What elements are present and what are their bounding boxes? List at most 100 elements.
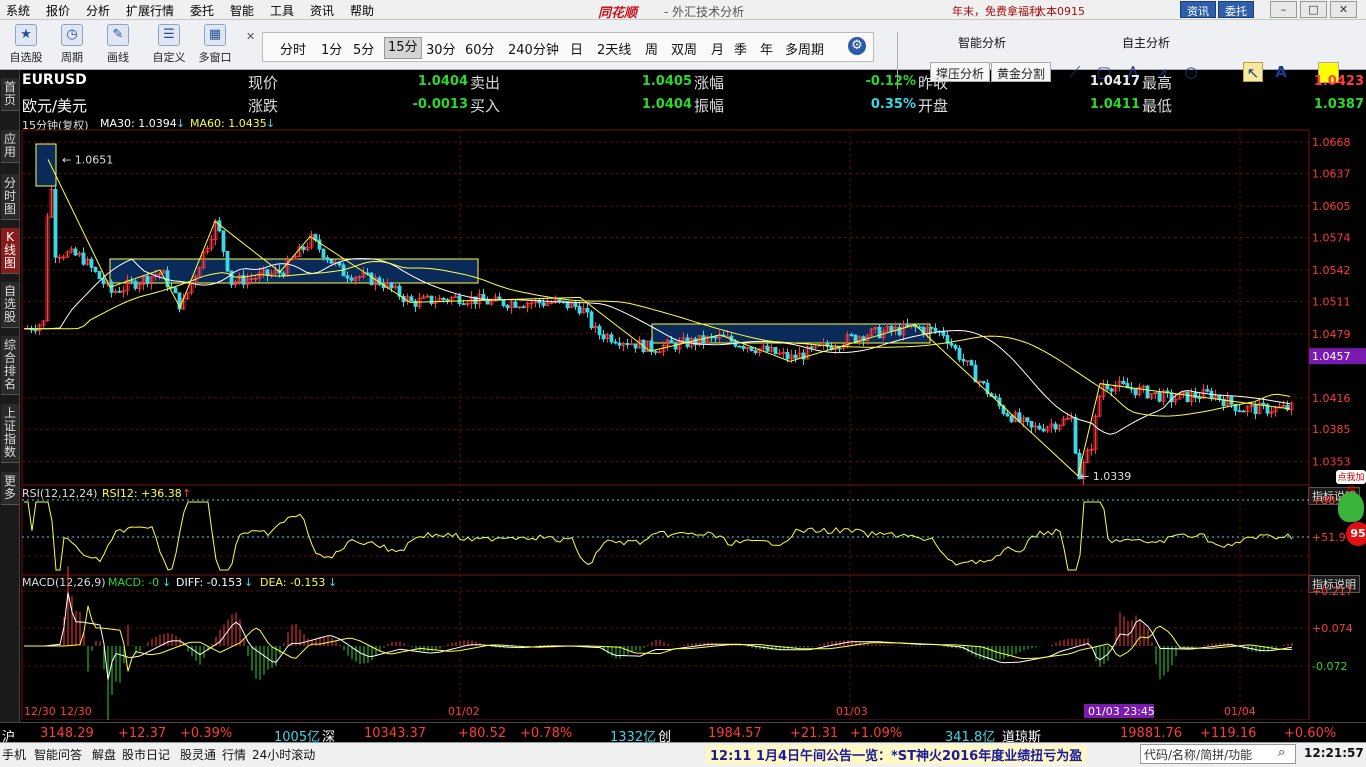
menu-trade[interactable]: 委托 [190,2,214,19]
candle-body [505,305,510,309]
candle-body [93,266,98,272]
period-15m[interactable]: 15分 [384,37,422,59]
news-ticker[interactable]: 12:11 1月4日午间公告一览：*ST神火2016年度业绩扭亏为盈 [706,745,1087,764]
menu-quote[interactable]: 报价 [46,2,70,19]
search-icon[interactable]: ⌕ [1278,745,1285,760]
smart-analysis-tab[interactable]: 智能分析 [958,34,1006,51]
candle-body [1253,404,1258,415]
candle-body [749,347,754,351]
menu-system[interactable]: 系统 [6,2,30,19]
toolbar-multiwindow[interactable]: ▦ 多窗口 [194,24,236,65]
menu-tools[interactable]: 工具 [270,2,294,19]
period-year[interactable]: 年 [760,39,773,58]
candle-body [793,354,798,359]
kline-chart[interactable]: 1.0668 1.0637 1.0605 1.0574 1.0542 1.0511 1.04… [20,70,1366,720]
index-sz-chg: +80.52 [458,726,507,741]
star-icon: ★ [15,24,37,46]
menu-extended[interactable]: 扩展行情 [126,2,174,19]
macd-tick: +0.217 [1312,585,1353,598]
low-annotation: ← 1.0339 [1080,470,1131,483]
bottom-analysis[interactable]: 解盘 [92,746,116,763]
toolbar-watchlist[interactable]: ★ 自选股 [6,24,46,65]
period-bar: 分时 1分 5分 15分 30分 60分 240分钟 日 2天线 周 双周 月 … [262,32,874,62]
app-title: - 外汇技术分析 [664,5,745,19]
candle-body [957,347,962,360]
news-button[interactable]: 资讯 [1180,1,1216,18]
period-2week[interactable]: 双周 [671,39,697,58]
candle-body [1053,423,1058,430]
gear-icon[interactable]: ⚙ [848,37,866,55]
candle-body [317,239,322,250]
sidebar-shanghai[interactable]: 上证指数 [1,404,19,463]
sidebar-more[interactable]: 更多 [1,472,19,505]
index-sh-price: 3148.29 [40,726,94,741]
candle-body [345,275,350,279]
toolbar-draw[interactable]: ✎ 画线 [98,24,138,65]
bottom-qa[interactable]: 智能问答 [34,746,82,763]
period-month[interactable]: 月 [711,39,724,58]
period-1m[interactable]: 1分 [321,39,342,58]
menu-help[interactable]: 帮助 [350,2,374,19]
bottom-mobile[interactable]: 手机 [2,746,26,763]
period-240m[interactable]: 240分钟 [508,39,559,58]
self-analysis-tab[interactable]: 自主分析 [1122,34,1170,51]
close-button[interactable]: ✕ [1330,1,1357,18]
index-dj-pct: +0.60% [1284,726,1337,741]
period-30m[interactable]: 30分 [426,39,456,58]
candle-body [657,351,662,354]
macd-tick: -0.072 [1312,660,1347,673]
trade-button[interactable]: 委托 [1218,1,1254,18]
ma-lines [24,258,1291,435]
bottom-stock-helper[interactable]: 股灵通 [180,746,216,763]
user-name[interactable]: 太本0915 [1035,3,1085,19]
candle-body [1261,402,1266,406]
candle-body [501,299,506,306]
index-cy-chg: +21.31 [790,726,839,741]
ma30-line [24,258,1291,435]
search-input[interactable]: 代码/名称/简拼/功能 [1140,744,1296,764]
period-multi[interactable]: 多周期 [785,39,824,58]
bottom-rolling[interactable]: 24小时滚动 [252,746,315,763]
period-fenshi[interactable]: 分时 [280,39,306,58]
period-quarter[interactable]: 季 [734,39,747,58]
bottom-quotes[interactable]: 行情 [222,746,246,763]
candle-body [961,358,966,362]
menu-news[interactable]: 资讯 [310,2,334,19]
sidebar-timeline[interactable]: 分时图 [1,174,19,220]
toolbar-custom[interactable]: ☰ 自定义 [148,24,190,65]
candle-body [1185,391,1190,402]
toolbar-close-icon[interactable]: ✕ [246,30,255,43]
toolbar-label: 自定义 [152,51,186,64]
candle-body [853,334,858,342]
sidebar-watchlist[interactable]: 自选股 [1,282,19,328]
period-60m[interactable]: 60分 [465,39,495,58]
candle-body [81,252,86,265]
menu-analysis[interactable]: 分析 [86,2,110,19]
main-chart-frame [21,129,1310,486]
sidebar-ranking[interactable]: 综合排名 [1,336,19,395]
period-5m[interactable]: 5分 [353,39,374,58]
period-week[interactable]: 周 [645,39,658,58]
candle-body [457,295,462,305]
custom-icon: ☰ [158,24,180,46]
period-day[interactable]: 日 [570,39,583,58]
menu-smart[interactable]: 智能 [230,2,254,19]
sidebar-home[interactable]: 首页 [1,78,19,111]
clock: 12:21:57 [1304,746,1364,760]
candle-body [785,351,790,360]
candle-body [429,295,434,304]
sidebar-apps[interactable]: 应用 [1,130,19,163]
candle-body [753,350,758,354]
promo-bubble[interactable]: 点我加速 95 [1336,470,1366,550]
promo-link[interactable]: 年末，免费拿福利 [952,3,1040,19]
toolbar-period[interactable]: ◷ 周期 [52,24,92,65]
period-2day[interactable]: 2天线 [597,39,631,58]
price-tick: 1.0637 [1312,168,1351,181]
period-icon: ◷ [61,24,83,46]
sidebar-kline[interactable]: K线图 [1,228,19,274]
bottom-diary[interactable]: 股市日记 [122,746,170,763]
pen-icon: ✎ [107,24,129,46]
maximize-button[interactable]: □ [1300,1,1327,18]
minimize-button[interactable]: – [1270,1,1297,18]
candle-body [1133,388,1138,396]
